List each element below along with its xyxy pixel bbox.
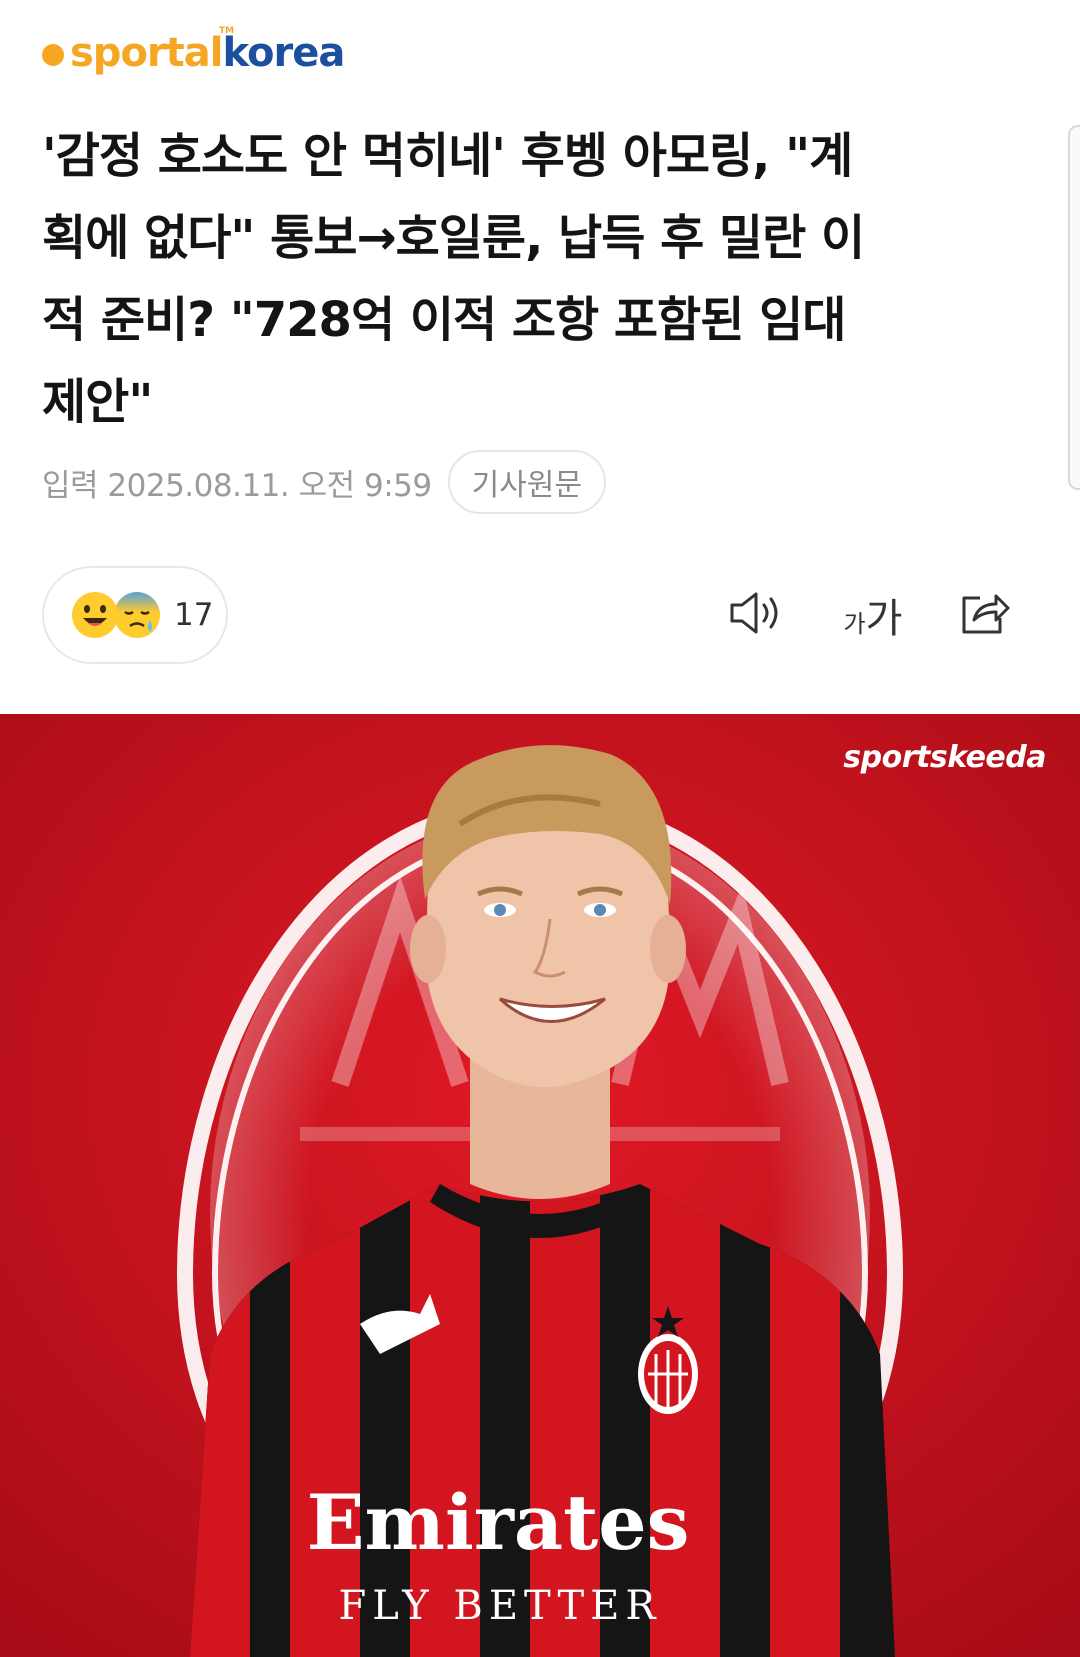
jersey-sponsor: Emirates (307, 1478, 690, 1567)
headline-line: 제안" (42, 374, 153, 430)
player-head (410, 745, 686, 1088)
logo-trademark: TM (219, 26, 235, 36)
reaction-count: 17 (174, 597, 214, 633)
sportalkorea-logo[interactable]: sportal korea TM (42, 26, 345, 78)
original-article-button[interactable]: 기사원문 (447, 450, 607, 514)
article-photo[interactable]: Emirates FLY BETTER sportskeeda (0, 714, 1080, 1657)
logo-text-sportal: sportal (70, 30, 223, 76)
article-meta: 입력 2025.08.11. 오전 9:59 기사원문 (42, 450, 607, 514)
smiling-face-icon (70, 590, 120, 640)
share-button[interactable] (955, 584, 1015, 646)
speaker-icon (728, 589, 784, 641)
scroll-indicator[interactable] (1068, 125, 1080, 490)
headline-line: 획에 없다" 통보→호일룬, 납득 후 밀란 이 (42, 210, 865, 266)
headline-line: 적 준비? "728억 이적 조항 포함된 임대 (42, 292, 846, 348)
published-timestamp: 입력 2025.08.11. 오전 9:59 (42, 467, 432, 504)
player-image: Emirates FLY BETTER (0, 714, 1080, 1657)
share-icon (958, 588, 1012, 642)
reaction-button[interactable]: 17 (42, 566, 228, 664)
jersey-tagline: FLY BETTER (339, 1583, 662, 1629)
font-size-small-label: 가 (843, 609, 866, 638)
headline-line: '감정 호소도 안 먹히네' 후벵 아모링, "계 (42, 128, 853, 184)
text-to-speech-button[interactable] (726, 584, 786, 646)
logo-dot (42, 44, 64, 66)
font-size-button[interactable]: 가 가 (838, 584, 908, 646)
article-headline: '감정 호소도 안 먹히네' 후벵 아모링, "계 획에 없다" 통보→호일룬,… (42, 115, 1032, 443)
font-size-large-label: 가 (865, 596, 903, 642)
sportskeeda-watermark: sportskeeda (843, 740, 1046, 775)
article-page: sportal korea TM '감정 호소도 안 먹히네' 후벵 아모링, … (0, 0, 1080, 1657)
logo-text-korea: korea (222, 30, 345, 76)
